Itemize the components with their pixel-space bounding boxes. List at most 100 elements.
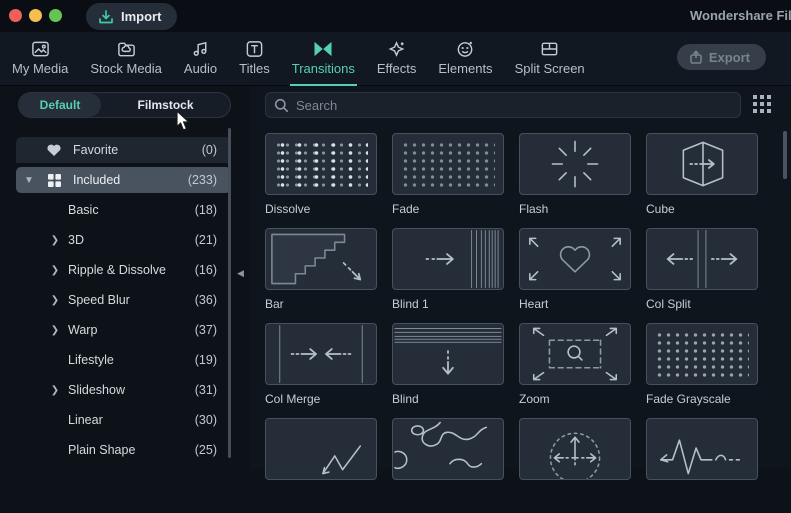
- sidebar-item-count: (25): [194, 443, 217, 457]
- tab-label: Titles: [239, 61, 270, 76]
- transition-item-partial-4[interactable]: [646, 418, 758, 513]
- transition-item-flash[interactable]: Flash: [519, 133, 631, 228]
- tab-label: Stock Media: [90, 61, 162, 76]
- transition-thumbnail[interactable]: [646, 418, 758, 480]
- sidebar-item-slideshow[interactable]: ❯ Slideshow (31): [16, 377, 231, 403]
- transition-label: Fade: [392, 202, 420, 216]
- sidebar-item-included[interactable]: ▼ Included (233): [16, 167, 231, 193]
- sidebar-item-label: Slideshow: [68, 383, 125, 397]
- grid-view-icon[interactable]: [753, 95, 773, 115]
- my-media-icon: [31, 41, 49, 57]
- minimize-window-button[interactable]: [29, 9, 42, 22]
- export-button[interactable]: Export: [676, 44, 766, 70]
- sidebar-scrollbar[interactable]: [228, 128, 231, 458]
- toggle-filmstock[interactable]: Filmstock: [101, 93, 230, 117]
- main-tab-bar: My Media Stock Media Audio Titles Transi…: [0, 32, 791, 86]
- transition-thumbnail[interactable]: [392, 228, 504, 290]
- sidebar-item-ripple-dissolve[interactable]: ❯ Ripple & Dissolve (16): [16, 257, 231, 283]
- transition-item-blind-1[interactable]: Blind 1: [392, 228, 504, 323]
- transition-thumbnail[interactable]: [392, 418, 504, 480]
- stock-media-icon: [117, 42, 135, 57]
- sidebar-item-warp[interactable]: ❯ Warp (37): [16, 317, 231, 343]
- sidebar-item-linear[interactable]: Linear (30): [16, 407, 231, 433]
- tab-my-media[interactable]: My Media: [10, 38, 70, 86]
- transition-thumbnail[interactable]: [519, 133, 631, 195]
- transition-item-partial-1[interactable]: [265, 418, 377, 513]
- chevron-right-icon[interactable]: ❯: [42, 295, 68, 306]
- transition-thumbnail[interactable]: [646, 133, 758, 195]
- arrows-merge-inward-icon: [279, 325, 363, 383]
- chevron-right-icon[interactable]: ❯: [42, 265, 68, 276]
- transition-item-partial-2[interactable]: [392, 418, 504, 513]
- sidebar-item-plain-shape[interactable]: Plain Shape (25): [16, 437, 231, 463]
- transition-item-dissolve[interactable]: Dissolve: [265, 133, 377, 228]
- transition-thumbnail[interactable]: [265, 323, 377, 385]
- transition-item-bar[interactable]: Bar: [265, 228, 377, 323]
- transition-item-blind[interactable]: Blind: [392, 323, 504, 418]
- transition-thumbnail[interactable]: [646, 323, 758, 385]
- tab-transitions[interactable]: Transitions: [289, 38, 357, 86]
- transition-thumbnail[interactable]: [392, 323, 504, 385]
- sidebar-item-label: Favorite: [73, 143, 119, 157]
- transition-thumbnail[interactable]: [265, 228, 377, 290]
- transition-thumbnail[interactable]: [519, 323, 631, 385]
- transition-item-col-merge[interactable]: Col Merge: [265, 323, 377, 418]
- sidebar-item-label: Warp: [68, 323, 98, 337]
- chevron-right-icon[interactable]: ❯: [42, 325, 68, 336]
- arrows-split-outward-icon: [666, 230, 738, 288]
- transition-label: Cube: [646, 202, 675, 216]
- content-scrollbar[interactable]: [783, 131, 787, 179]
- sidebar-item-count: (21): [194, 233, 217, 247]
- curve-arrow-icon: [322, 445, 362, 475]
- toggle-default[interactable]: Default: [19, 93, 101, 117]
- transition-item-heart[interactable]: Heart: [519, 228, 631, 323]
- transition-label: Bar: [265, 297, 284, 311]
- transition-thumbnail[interactable]: [265, 133, 377, 195]
- import-icon: [99, 9, 113, 23]
- flash-burst-icon: [551, 140, 599, 188]
- cube-3d-arrow-icon: [682, 141, 724, 187]
- transition-item-zoom[interactable]: Zoom: [519, 323, 631, 418]
- transition-thumbnail[interactable]: [646, 228, 758, 290]
- transition-label: Flash: [519, 202, 549, 216]
- transition-thumbnail[interactable]: [265, 418, 377, 480]
- tab-titles[interactable]: Titles: [237, 38, 272, 86]
- chevron-right-icon[interactable]: ❯: [42, 235, 68, 246]
- tab-elements[interactable]: Elements: [436, 38, 494, 86]
- pulse-wave-arrow-icon: [659, 439, 741, 475]
- search-bar[interactable]: [265, 92, 741, 118]
- chevron-right-icon[interactable]: ❯: [42, 385, 68, 396]
- dotted-circle-arrows-icon: [549, 432, 601, 479]
- import-button[interactable]: Import: [86, 3, 178, 30]
- transition-item-fade[interactable]: Fade: [392, 133, 504, 228]
- transition-thumbnail[interactable]: [519, 228, 631, 290]
- sidebar-item-favorite[interactable]: Favorite (0): [16, 137, 231, 163]
- grid-squares-icon: [42, 173, 66, 188]
- transition-item-cube[interactable]: Cube: [646, 133, 758, 228]
- tab-effects[interactable]: Effects: [375, 38, 419, 86]
- transition-thumbnail[interactable]: [519, 418, 631, 480]
- panel-collapse-arrow-icon[interactable]: ◀: [237, 266, 247, 280]
- zoom-window-button[interactable]: [49, 9, 62, 22]
- sidebar-item-3d[interactable]: ❯ 3D (21): [16, 227, 231, 253]
- transition-thumbnail[interactable]: [392, 133, 504, 195]
- transitions-grid: Dissolve Fade Flash Cube Bar Blind 1 Hea…: [265, 133, 758, 513]
- chevron-down-icon[interactable]: ▼: [16, 175, 42, 186]
- tab-audio[interactable]: Audio: [182, 38, 219, 86]
- transition-item-col-split[interactable]: Col Split: [646, 228, 758, 323]
- transition-item-partial-3[interactable]: [519, 418, 631, 513]
- sidebar-item-basic[interactable]: Basic (18): [16, 197, 231, 223]
- search-input[interactable]: [296, 97, 732, 113]
- tab-stock-media[interactable]: Stock Media: [88, 38, 164, 86]
- staircase-arrow-icon: [271, 233, 362, 285]
- sidebar-item-label: Basic: [68, 203, 99, 217]
- heart-expand-arrows-icon: [529, 237, 621, 281]
- sidebar-item-lifestyle[interactable]: Lifestyle (19): [16, 347, 231, 373]
- close-window-button[interactable]: [9, 9, 22, 22]
- elements-icon: [457, 41, 473, 57]
- transition-label: Col Split: [646, 297, 691, 311]
- sidebar-item-speed-blur[interactable]: ❯ Speed Blur (36): [16, 287, 231, 313]
- tab-label: My Media: [12, 61, 69, 76]
- transition-item-fade-grayscale[interactable]: Fade Grayscale: [646, 323, 758, 418]
- tab-split-screen[interactable]: Split Screen: [513, 38, 587, 86]
